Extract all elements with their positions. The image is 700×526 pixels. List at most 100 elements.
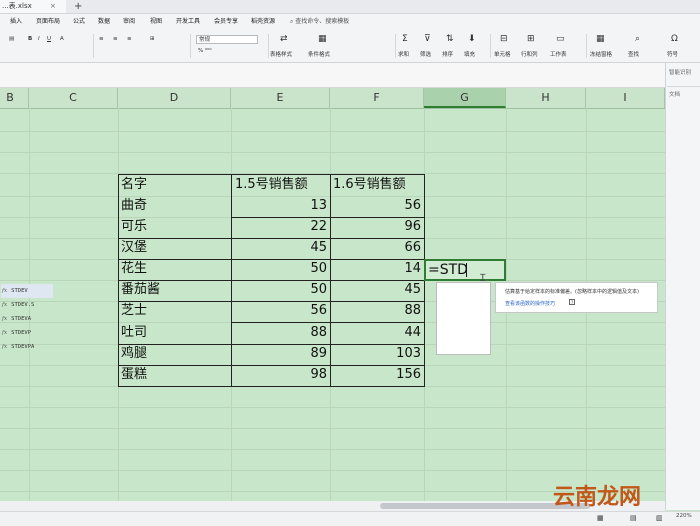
row-sales-1-5[interactable]: 50 [231,259,327,280]
column-header-b[interactable]: B [0,88,29,108]
row-sales-1-6[interactable]: 14 [330,259,421,280]
menu-data[interactable]: 数据 [98,14,110,30]
find-label[interactable]: 查找 [628,50,639,58]
menu-member[interactable]: 会员专享 [214,14,238,30]
row-name[interactable]: 芝士 [121,301,147,322]
autocomplete-item[interactable]: fx STDEVP [2,326,31,340]
menu-docer[interactable]: 稻壳资源 [251,14,275,30]
bold-icon[interactable]: B [28,36,32,42]
file-tab[interactable]: ...表.xlsx [0,0,66,13]
row-sales-1-5[interactable]: 98 [231,365,327,386]
help-icon[interactable]: ? [569,299,575,305]
column-header-g[interactable]: G [424,88,506,108]
sum-label[interactable]: 求和 [398,50,409,58]
conditional-format-icon[interactable]: ▦ [318,34,327,44]
row-name[interactable]: 曲奇 [121,196,147,217]
function-autocomplete-list[interactable] [436,282,491,355]
function-tips-link[interactable]: 查看该函数的操作技巧 [505,300,555,307]
row-sales-1-6[interactable]: 45 [330,280,421,301]
menu-view[interactable]: 视图 [150,14,162,30]
row-sales-1-6[interactable]: 44 [330,323,421,344]
underline-icon[interactable]: U [47,36,51,42]
find-icon[interactable]: ⌕ [635,34,640,44]
paste-icon[interactable]: ▤ [9,36,14,42]
worksheet-label[interactable]: 工作表 [550,50,567,58]
filter-icon[interactable]: ⊽ [424,34,431,44]
right-pane-item[interactable]: 文档 [669,90,680,98]
fill-label[interactable]: 填充 [464,50,475,58]
column-header-f[interactable]: F [330,88,424,108]
row-col-label[interactable]: 行和列 [521,50,538,58]
command-search[interactable]: ⌕ 查找命令、搜索模板 [290,14,349,30]
normal-view-icon[interactable]: ▦ [597,514,604,522]
fill-icon[interactable]: ⬇ [468,34,476,44]
filter-label[interactable]: 筛选 [420,50,431,58]
row-sales-1-6[interactable]: 56 [330,196,421,217]
header-name[interactable]: 名字 [121,175,147,196]
number-format-select[interactable]: 常规 [196,35,258,44]
freeze-icon[interactable]: ▦ [596,34,605,44]
sort-label[interactable]: 排序 [442,50,453,58]
freeze-label[interactable]: 冻结窗格 [590,50,612,58]
menu-developer[interactable]: 开发工具 [176,14,200,30]
formula-bar[interactable] [0,63,665,88]
align-left-icon[interactable]: ≡ [99,36,104,42]
row-sales-1-5[interactable]: 50 [231,280,327,301]
autocomplete-item[interactable]: fx STDEV.S [2,298,34,312]
cell-formula-input[interactable]: =STD [428,261,468,279]
new-tab-icon[interactable]: + [74,0,82,13]
autocomplete-item[interactable]: fx STDEV [1,284,53,298]
column-header-h[interactable]: H [506,88,586,108]
row-name[interactable]: 吐司 [121,323,147,344]
row-name[interactable]: 蛋糕 [121,365,147,386]
header-sales-1-6[interactable]: 1.6号销售额 [333,175,406,196]
menu-insert[interactable]: 插入 [10,14,22,30]
row-sales-1-5[interactable]: 22 [231,217,327,238]
row-sales-1-6[interactable]: 156 [330,365,421,386]
row-name[interactable]: 番茄酱 [121,280,160,301]
merge-center-icon[interactable]: ⊞ [150,36,155,42]
italic-icon[interactable]: I [38,36,40,42]
sum-icon[interactable]: Σ [402,34,408,44]
symbol-icon[interactable]: Ω [671,34,678,44]
row-name[interactable]: 汉堡 [121,238,147,259]
align-right-icon[interactable]: ≡ [127,36,132,42]
row-sales-1-6[interactable]: 66 [330,238,421,259]
cell-label[interactable]: 单元格 [494,50,511,58]
table-style-label[interactable]: 表格样式 [270,50,292,58]
conditional-format-label[interactable]: 条件格式 [308,50,330,58]
table-style-icon[interactable]: ⇄ [280,34,288,44]
align-center-icon[interactable]: ≡ [113,36,118,42]
cell-icon[interactable]: ⊟ [500,34,508,44]
column-header-c[interactable]: C [29,88,118,108]
row-sales-1-5[interactable]: 89 [231,344,327,365]
row-col-icon[interactable]: ⊞ [527,34,535,44]
menu-page-layout[interactable]: 页面布局 [36,14,60,30]
row-name[interactable]: 鸡腿 [121,344,147,365]
sort-icon[interactable]: ⇅ [446,34,454,44]
close-tab-icon[interactable]: × [50,0,56,13]
row-sales-1-6[interactable]: 103 [330,344,421,365]
worksheet-icon[interactable]: ▭ [556,34,565,44]
row-sales-1-5[interactable]: 45 [231,238,327,259]
font-color-icon[interactable]: A [60,36,64,42]
row-sales-1-5[interactable]: 13 [231,196,327,217]
row-sales-1-5[interactable]: 56 [231,301,327,322]
page-layout-view-icon[interactable]: ▤ [630,514,637,522]
autocomplete-item[interactable]: fx STDEVA [2,312,31,326]
menu-formulas[interactable]: 公式 [73,14,85,30]
autocomplete-item[interactable]: fx STDEVPA [2,340,34,354]
row-sales-1-6[interactable]: 96 [330,217,421,238]
row-sales-1-5[interactable]: 88 [231,323,327,344]
row-name[interactable]: 花生 [121,259,147,280]
column-header-e[interactable]: E [231,88,330,108]
menu-review[interactable]: 审阅 [123,14,135,30]
row-sales-1-6[interactable]: 88 [330,301,421,322]
zoom-level[interactable]: 220% [676,513,692,519]
symbol-label[interactable]: 符号 [667,50,678,58]
header-sales-1-5[interactable]: 1.5号销售额 [235,175,308,196]
column-header-i[interactable]: I [586,88,665,108]
row-name[interactable]: 可乐 [121,217,147,238]
column-header-d[interactable]: D [118,88,231,108]
page-break-view-icon[interactable]: ▥ [656,514,663,522]
